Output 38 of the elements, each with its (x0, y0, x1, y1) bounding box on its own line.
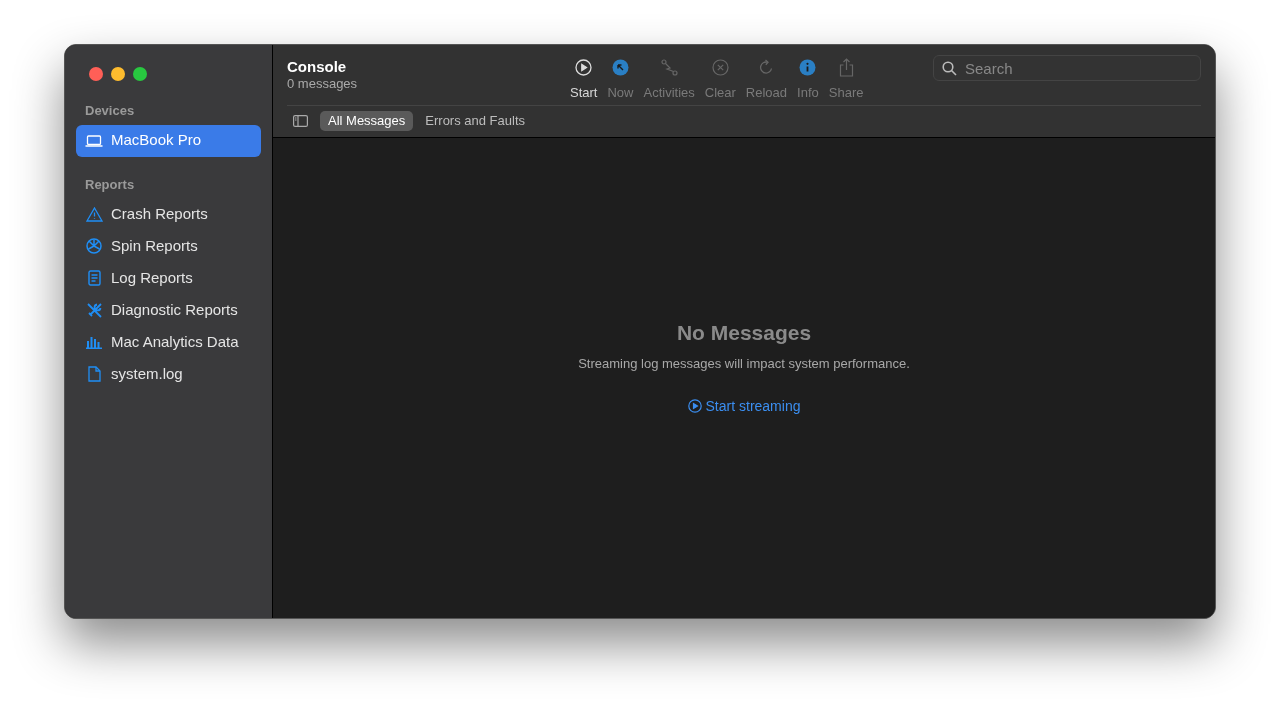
message-count: 0 messages (287, 76, 358, 92)
search-icon (942, 61, 957, 76)
close-button[interactable] (89, 67, 103, 81)
empty-state-title: No Messages (676, 320, 812, 346)
sidebar-item[interactable]: MacBook Pro (76, 124, 261, 157)
play-icon (687, 399, 702, 413)
start-streaming-link[interactable]: Start streaming (687, 395, 801, 417)
reload-icon (758, 58, 775, 76)
window-title: Console (287, 58, 347, 76)
sidebar-item[interactable]: Diagnostic Reports (76, 294, 261, 326)
share-icon (838, 57, 854, 77)
zoom-button[interactable] (133, 67, 147, 81)
section-heading: Devices (84, 102, 136, 120)
sidebar-item[interactable]: system.log (76, 358, 261, 390)
sidebar-item[interactable]: Crash Reports (76, 198, 261, 230)
sidebar-item[interactable]: Spin Reports (76, 230, 261, 262)
laptop-icon (85, 134, 103, 147)
arrow-circle-icon (611, 58, 629, 76)
toolbar-button[interactable]: Start (567, 57, 601, 103)
play-icon (575, 58, 593, 76)
clear-icon (711, 58, 729, 76)
document-icon (87, 270, 101, 286)
pinwheel-icon (86, 238, 102, 254)
minimize-button[interactable] (111, 67, 125, 81)
warning-icon (85, 206, 103, 222)
sidebar-toggle-icon[interactable] (293, 115, 308, 127)
sidebar-item[interactable]: Mac Analytics Data (76, 326, 261, 358)
path-icon (660, 58, 678, 76)
tools-icon (85, 301, 103, 319)
filter-tab[interactable]: Errors and Faults (417, 111, 533, 131)
search-field[interactable]: Search (933, 55, 1201, 81)
info-icon (799, 58, 817, 76)
file-icon (87, 366, 101, 382)
empty-state-message: Streaming log messages will impact system performance. (578, 355, 910, 373)
filter-tab[interactable]: All Messages (320, 111, 414, 131)
bar-chart-icon (86, 335, 102, 349)
sidebar-item[interactable]: Log Reports (76, 262, 261, 294)
section-heading: Reports (84, 175, 136, 194)
